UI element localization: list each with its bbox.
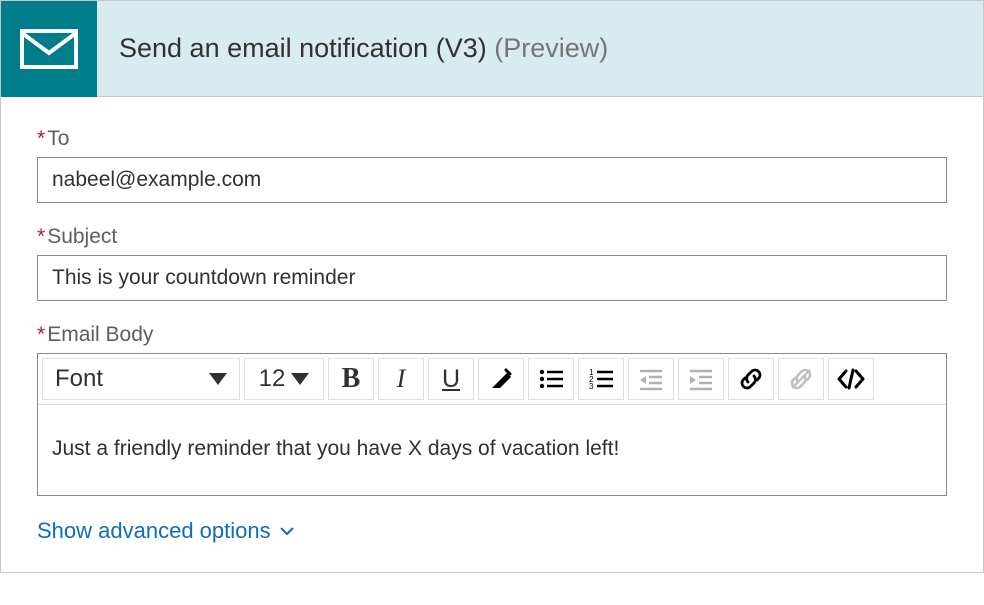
label-to: *To <box>37 127 947 151</box>
editor-toolbar: Font 12 B I U <box>38 354 946 405</box>
chevron-down-icon <box>209 373 227 385</box>
show-advanced-label: Show advanced options <box>37 518 271 544</box>
link-icon <box>737 365 765 393</box>
show-advanced-options[interactable]: Show advanced options <box>37 518 295 544</box>
increase-indent-icon <box>687 365 715 393</box>
unlink-button[interactable] <box>778 358 824 400</box>
editor-body[interactable]: Just a friendly reminder that you have X… <box>38 405 946 495</box>
numbered-list-icon: 1 2 3 <box>587 365 615 393</box>
input-subject[interactable] <box>37 255 947 301</box>
underline-button[interactable]: U <box>428 358 474 400</box>
font-family-label: Font <box>55 365 103 393</box>
label-to-text: To <box>47 127 69 150</box>
mail-icon-container <box>1 1 97 97</box>
input-to[interactable] <box>37 157 947 203</box>
chevron-down-icon <box>291 373 309 385</box>
label-body-text: Email Body <box>47 323 153 346</box>
italic-button[interactable]: I <box>378 358 424 400</box>
required-asterisk: * <box>37 225 45 248</box>
bold-button[interactable]: B <box>328 358 374 400</box>
label-subject-text: Subject <box>47 225 117 248</box>
increase-indent-button[interactable] <box>678 358 724 400</box>
card-header: Send an email notification (V3) (Preview… <box>1 1 983 97</box>
svg-text:3: 3 <box>589 382 594 391</box>
action-card: Send an email notification (V3) (Preview… <box>0 0 984 573</box>
font-size-label: 12 <box>259 365 286 393</box>
label-body: *Email Body <box>37 323 947 347</box>
bullet-list-icon <box>537 365 565 393</box>
field-subject: *Subject <box>37 225 947 301</box>
label-subject: *Subject <box>37 225 947 249</box>
numbered-list-button[interactable]: 1 2 3 <box>578 358 624 400</box>
link-button[interactable] <box>728 358 774 400</box>
bullet-list-button[interactable] <box>528 358 574 400</box>
rich-text-editor: Font 12 B I U <box>37 353 947 496</box>
italic-icon: I <box>397 364 406 394</box>
required-asterisk: * <box>37 323 45 346</box>
card-title-suffix: (Preview) <box>494 33 608 63</box>
decrease-indent-icon <box>637 365 665 393</box>
highlight-button[interactable] <box>478 358 524 400</box>
unlink-icon <box>787 365 815 393</box>
bold-icon: B <box>342 363 361 395</box>
highlight-icon <box>487 365 515 393</box>
decrease-indent-button[interactable] <box>628 358 674 400</box>
font-size-dropdown[interactable]: 12 <box>244 358 324 400</box>
chevron-down-icon <box>279 523 295 539</box>
card-body: *To *Subject *Email Body Font <box>1 97 983 572</box>
field-to: *To <box>37 127 947 203</box>
font-family-dropdown[interactable]: Font <box>42 358 240 400</box>
card-title-text: Send an email notification (V3) <box>119 33 487 63</box>
required-asterisk: * <box>37 127 45 150</box>
mail-icon <box>20 29 78 69</box>
card-title: Send an email notification (V3) (Preview… <box>97 33 608 64</box>
code-icon <box>836 366 866 392</box>
underline-icon: U <box>442 365 460 394</box>
code-view-button[interactable] <box>828 358 874 400</box>
field-body: *Email Body Font 12 B <box>37 323 947 496</box>
